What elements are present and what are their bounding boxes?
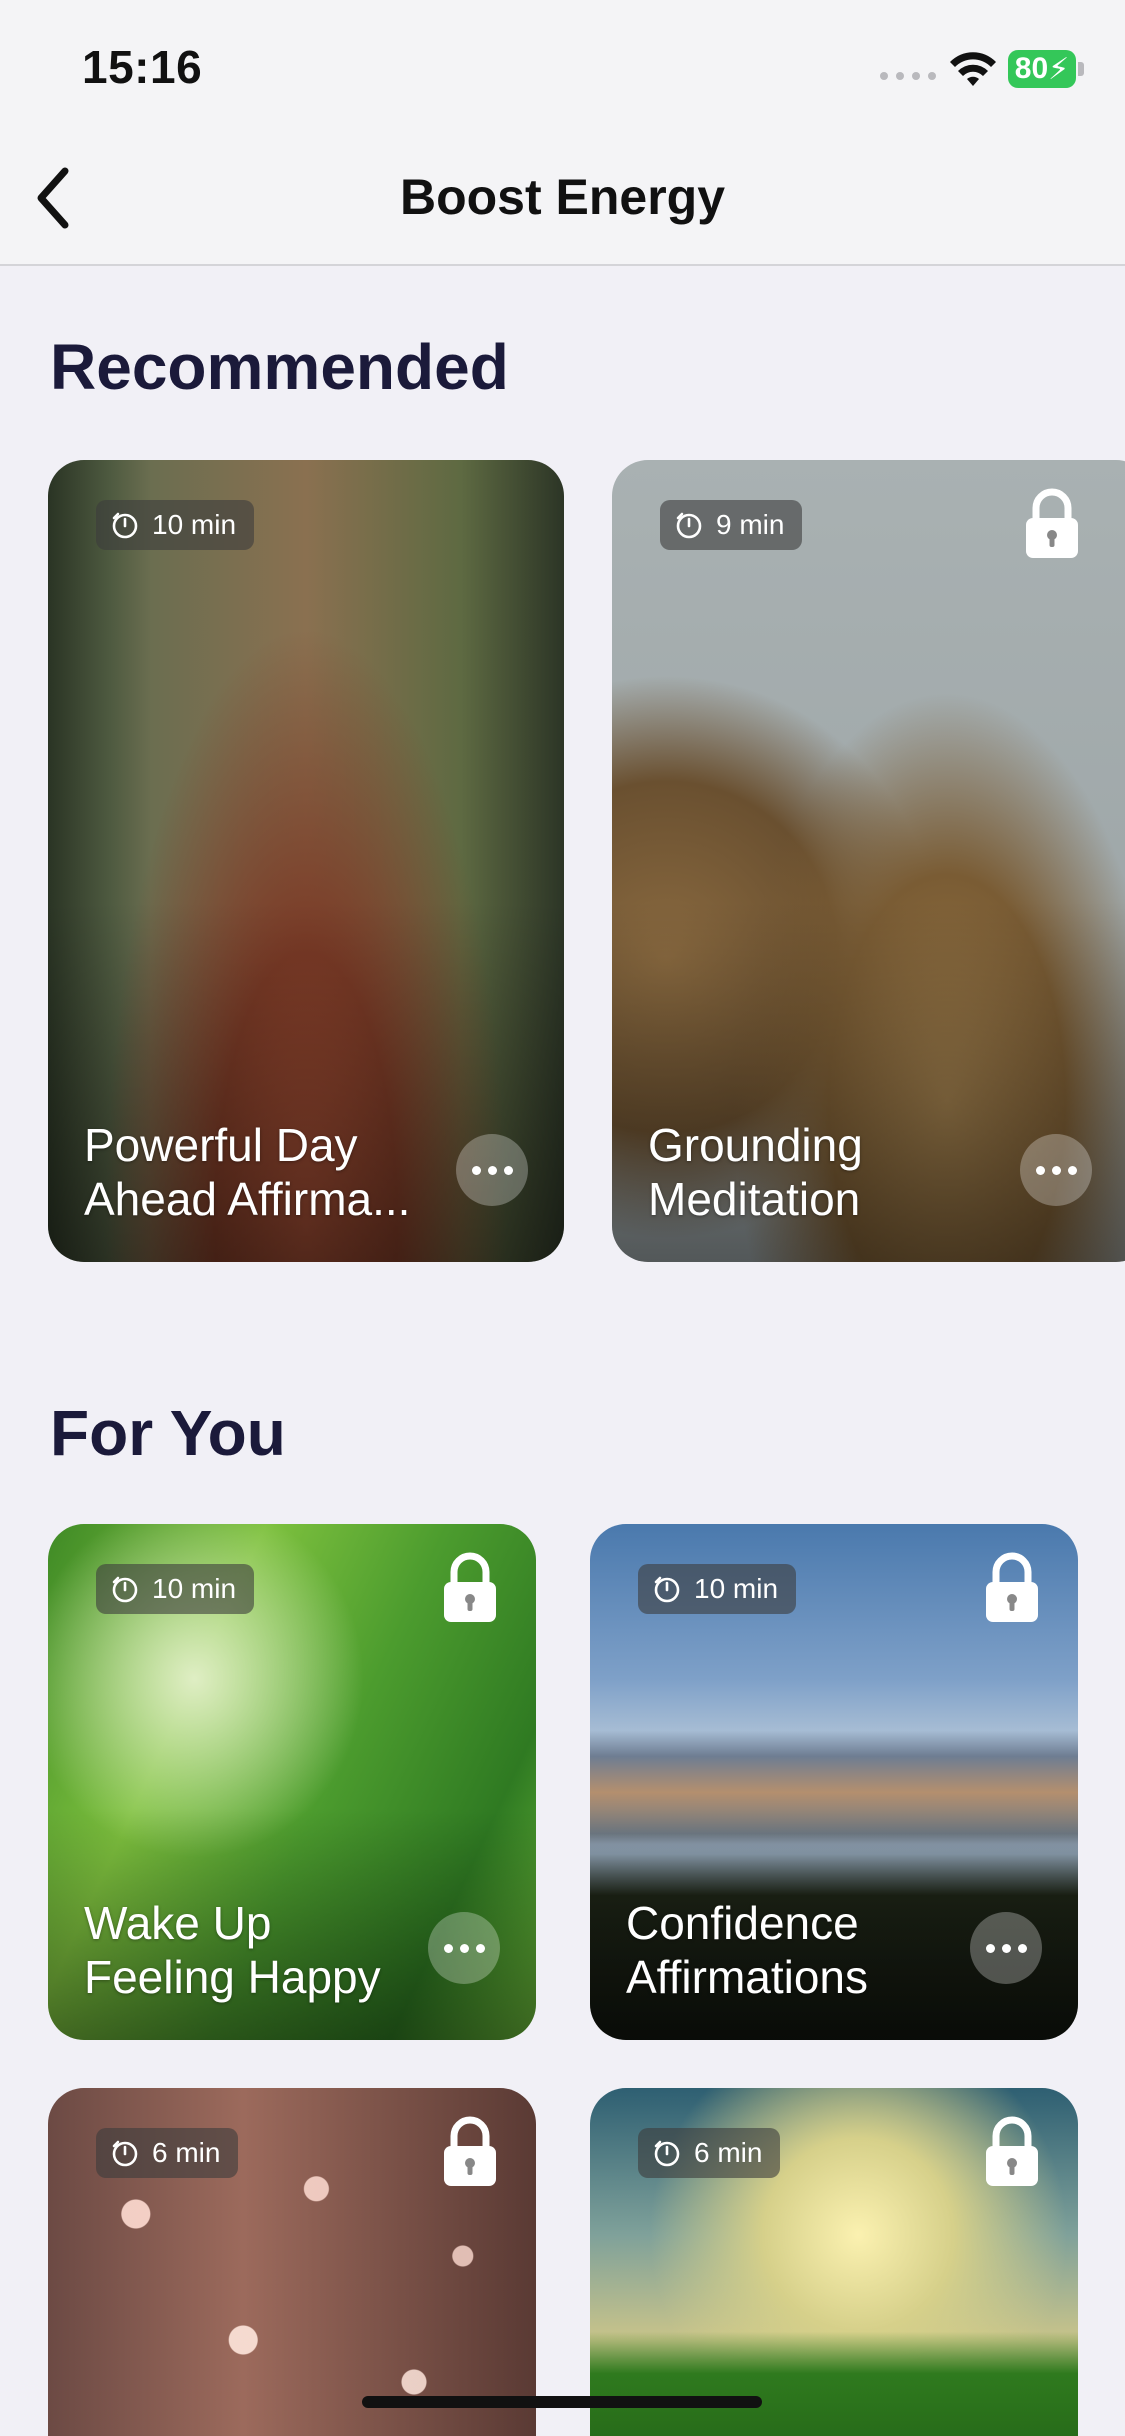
duration-badge: 10 min	[96, 1564, 255, 1614]
card-title: Grounding Meditation	[648, 1118, 863, 1226]
card-field[interactable]: 6 min	[590, 2088, 1078, 2436]
card-title-line: Wake Up	[84, 1897, 272, 1949]
card-title: Confidence Affirmations	[626, 1896, 868, 2004]
timer-icon	[654, 2140, 680, 2167]
duration-badge: 9 min	[660, 500, 803, 550]
status-bar: 15:16 80 ⚡	[0, 0, 1125, 130]
lock-icon	[444, 1552, 496, 1622]
section-title-for-you: For You	[50, 1397, 286, 1469]
more-options-button[interactable]	[456, 1134, 528, 1206]
duration-text: 6 min	[694, 2137, 763, 2168]
card-hearts[interactable]: 6 min	[48, 2088, 536, 2436]
card-powerful-day[interactable]: 10 min Powerful Day Ahead Affirma...	[48, 460, 564, 1262]
duration-text: 10 min	[152, 1573, 237, 1604]
section-title-recommended: Recommended	[50, 331, 509, 403]
home-indicator[interactable]	[362, 2396, 762, 2408]
lock-icon	[1026, 488, 1078, 558]
card-title: Powerful Day Ahead Affirma...	[84, 1118, 410, 1226]
battery-level: 80	[1014, 52, 1049, 85]
duration-text: 9 min	[716, 509, 785, 540]
timer-icon	[676, 512, 702, 539]
duration-badge: 10 min	[638, 1564, 797, 1614]
card-title-line: Powerful Day	[84, 1119, 358, 1171]
more-options-button[interactable]	[428, 1912, 500, 1984]
cellular-signal-icon	[880, 72, 936, 80]
card-title-line: Confidence	[626, 1897, 859, 1949]
duration-badge: 6 min	[96, 2128, 239, 2178]
card-title-line: Affirmations	[626, 1951, 869, 2003]
battery-tip	[1078, 62, 1084, 76]
status-time: 15:16	[82, 41, 203, 93]
card-wake-up-feeling-happy[interactable]: 10 min Wake Up Feeling Happy	[48, 1524, 536, 2040]
duration-badge: 10 min	[96, 500, 255, 550]
card-grounding-meditation[interactable]: 9 min Grounding Meditation	[612, 460, 1125, 1262]
card-title-line: Grounding	[648, 1119, 863, 1171]
duration-text: 10 min	[152, 509, 237, 540]
duration-text: 6 min	[152, 2137, 221, 2168]
timer-icon	[112, 2140, 138, 2167]
lock-icon	[986, 1552, 1038, 1622]
card-title-line: Feeling Happy	[84, 1951, 381, 2003]
card-title-line: Ahead Affirma...	[84, 1173, 411, 1225]
timer-icon	[112, 512, 138, 539]
duration-text: 10 min	[694, 1573, 779, 1604]
battery-icon: 80 ⚡	[1008, 50, 1076, 88]
more-options-button[interactable]	[970, 1912, 1042, 1984]
wifi-icon	[950, 52, 996, 86]
card-confidence-affirmations[interactable]: 10 min Confidence Affirmations	[590, 1524, 1078, 2040]
card-title: Wake Up Feeling Happy	[84, 1896, 381, 2004]
card-title-line: Meditation	[648, 1173, 861, 1225]
duration-badge: 6 min	[638, 2128, 781, 2178]
more-options-button[interactable]	[1020, 1134, 1092, 1206]
page-title: Boost Energy	[399, 169, 726, 225]
timer-icon	[654, 1576, 680, 1603]
lock-icon	[986, 2116, 1038, 2186]
nav-bar: Boost Energy	[0, 130, 1125, 266]
timer-icon	[112, 1576, 138, 1603]
lock-icon	[444, 2116, 496, 2186]
